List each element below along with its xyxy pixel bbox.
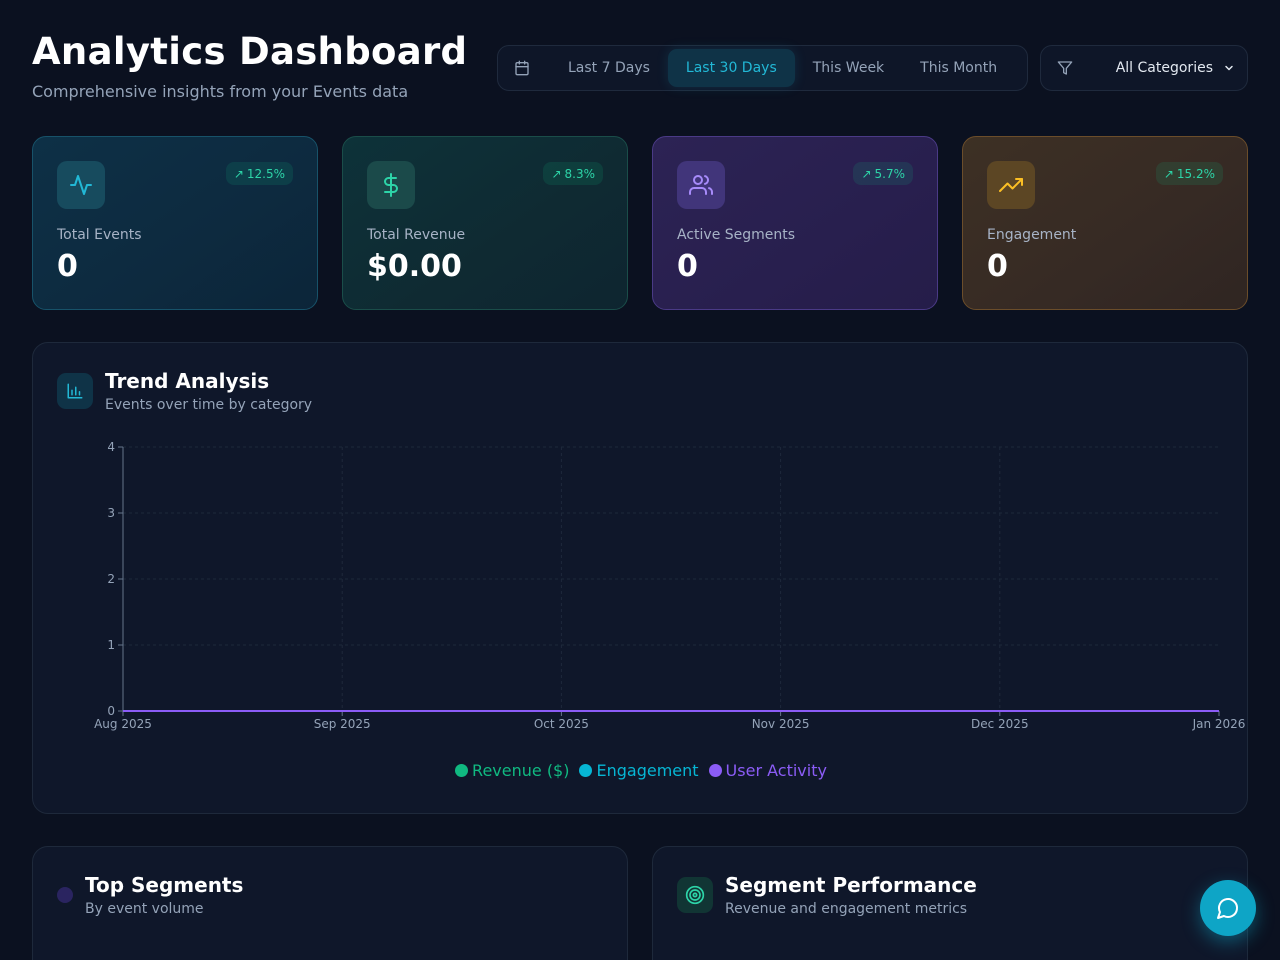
dashboard-page: Analytics Dashboard Comprehensive insigh… xyxy=(0,0,1280,960)
stat-value: 0 xyxy=(57,249,78,284)
legend-label: Engagement xyxy=(596,761,699,780)
stat-card-total-events: ↗ 12.5% Total Events 0 xyxy=(32,136,318,310)
legend-label: User Activity xyxy=(725,761,827,780)
top-segments-panel: Top Segments By event volume xyxy=(32,846,628,960)
trending-up-icon: ↗ xyxy=(1163,166,1174,181)
dollar-icon xyxy=(367,161,415,209)
y-tick-label: 4 xyxy=(107,440,115,454)
segment-performance-title: Segment Performance xyxy=(725,873,977,897)
legend-dot xyxy=(708,764,722,777)
range-this-week[interactable]: This Week xyxy=(795,49,902,87)
range-last-7-days[interactable]: Last 7 Days xyxy=(550,49,668,87)
stat-value: 0 xyxy=(987,249,1008,284)
segment-performance-panel: Segment Performance Revenue and engageme… xyxy=(652,846,1248,960)
chat-button[interactable] xyxy=(1200,880,1256,936)
range-this-month[interactable]: This Month xyxy=(902,49,1015,87)
date-range-selector: Last 7 Days Last 30 Days This Week This … xyxy=(497,45,1028,91)
y-tick-label: 1 xyxy=(107,638,115,652)
chevron-down-icon xyxy=(1223,62,1235,74)
activity-icon xyxy=(57,161,105,209)
stat-card-active-segments: ↗ 5.7% Active Segments 0 xyxy=(652,136,938,310)
legend-dot xyxy=(455,764,469,777)
x-tick-label: Nov 2025 xyxy=(752,717,810,731)
change-badge: ↗ 12.5% xyxy=(225,162,293,185)
x-tick-label: Aug 2025 xyxy=(94,717,152,731)
y-tick-label: 0 xyxy=(107,704,115,718)
trending-up-icon: ↗ xyxy=(233,166,244,181)
chart-legend: Revenue ($) Engagement User Activity xyxy=(33,761,1249,780)
target-icon xyxy=(677,877,713,913)
stat-value: $0.00 xyxy=(367,249,462,284)
top-segments-subtitle: By event volume xyxy=(85,901,204,917)
stat-label: Active Segments xyxy=(677,227,796,243)
stat-value: 0 xyxy=(677,249,698,284)
x-tick-label: Jan 2026 xyxy=(1192,717,1246,731)
segment-performance-subtitle: Revenue and engagement metrics xyxy=(725,901,968,917)
chat-icon xyxy=(1216,896,1240,920)
page-title: Analytics Dashboard xyxy=(32,30,468,73)
page-subtitle: Comprehensive insights from your Events … xyxy=(32,82,409,101)
x-tick-label: Sep 2025 xyxy=(314,717,371,731)
legend-dot xyxy=(579,764,593,777)
x-tick-label: Oct 2025 xyxy=(534,717,589,731)
calendar-icon xyxy=(514,60,530,76)
trend-analysis-panel: Trend Analysis Events over time by categ… xyxy=(32,342,1248,814)
stat-card-engagement: ↗ 15.2% Engagement 0 xyxy=(962,136,1248,310)
legend-label: Revenue ($) xyxy=(472,761,570,780)
y-tick-label: 2 xyxy=(107,572,115,586)
filter-icon xyxy=(1057,60,1073,76)
segments-dot-icon xyxy=(57,887,73,903)
users-icon xyxy=(677,161,725,209)
trending-up-icon: ↗ xyxy=(551,166,562,181)
stat-card-total-revenue: ↗ 8.3% Total Revenue $0.00 xyxy=(342,136,628,310)
legend-item-revenue[interactable]: Revenue ($) xyxy=(455,761,569,780)
x-tick-label: Dec 2025 xyxy=(971,717,1029,731)
trending-up-icon xyxy=(987,161,1035,209)
category-select-value: All Categories xyxy=(1115,60,1213,76)
y-tick-label: 3 xyxy=(107,506,115,520)
change-badge: ↗ 15.2% xyxy=(1155,162,1223,185)
top-segments-title: Top Segments xyxy=(85,873,244,897)
category-select[interactable]: All Categories xyxy=(1040,45,1248,91)
stat-label: Total Events xyxy=(57,227,142,243)
trend-chart: 0 1 2 3 4 Aug 2025 Sep 2025 Oct 2025 Nov 2025 Dec… xyxy=(94,440,1246,731)
change-badge: ↗ 5.7% xyxy=(853,162,913,185)
trending-up-icon: ↗ xyxy=(861,166,872,181)
range-last-30-days[interactable]: Last 30 Days xyxy=(667,49,795,87)
legend-item-engagement[interactable]: Engagement xyxy=(579,761,699,780)
stat-label: Engagement xyxy=(987,227,1077,243)
change-badge: ↗ 8.3% xyxy=(543,162,603,185)
stat-label: Total Revenue xyxy=(367,227,466,243)
legend-item-user-activity[interactable]: User Activity xyxy=(708,761,827,780)
